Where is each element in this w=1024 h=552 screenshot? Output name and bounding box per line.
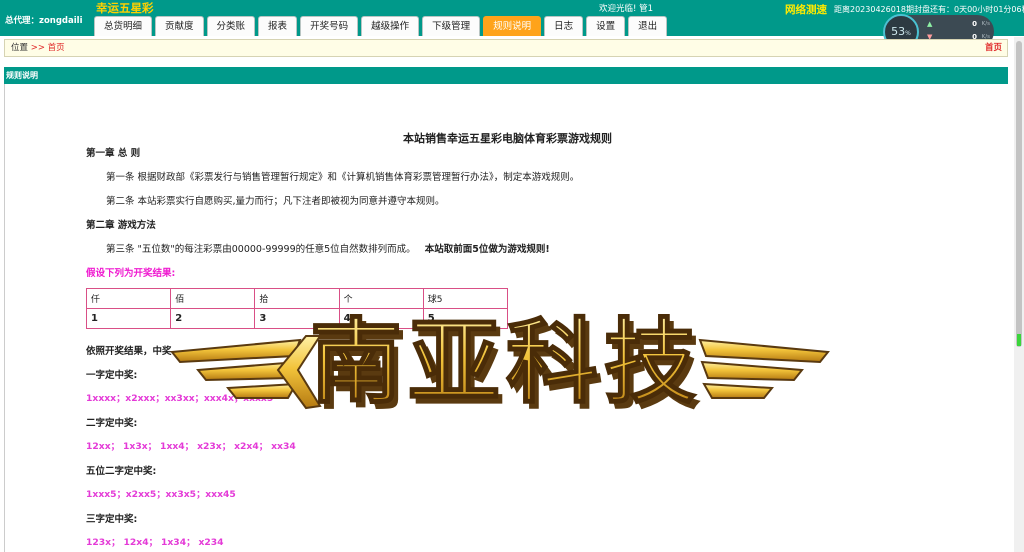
tab-draw-numbers[interactable]: 开奖号码 bbox=[300, 16, 359, 36]
table-cell: 1 bbox=[85, 308, 172, 329]
one-digit-heading: 一字定中奖: bbox=[86, 370, 138, 381]
logo-wings-icon: 南亚科技 南亚科技 bbox=[170, 308, 830, 422]
tab-log[interactable]: 日志 bbox=[544, 16, 584, 36]
tab-settings[interactable]: 设置 bbox=[586, 16, 626, 36]
article-3-bold: 本站取前面5位做为游戏规则! bbox=[424, 244, 550, 255]
logo-text: 南亚科技 bbox=[310, 309, 702, 416]
two-digit-examples: 12xx； 1x3x； 1xx4； x23x； x2x4； xx34 bbox=[86, 441, 296, 452]
two-digit-heading: 二字定中奖: bbox=[86, 418, 138, 429]
top-bar: 总代理：zongdaili 幸运五星彩 欢迎光临! 管1 网络测速 距离2023… bbox=[0, 0, 1024, 36]
breadcrumb: 位置 >> 首页 首页 bbox=[4, 39, 1008, 57]
page-scrollbar[interactable] bbox=[1014, 37, 1024, 552]
agent-label: 总代理：zongdaili bbox=[5, 16, 83, 26]
speed-percent: 53 bbox=[891, 25, 906, 38]
basis-text: 依照开奖结果，中奖 bbox=[86, 346, 172, 357]
upload-speed-row: ▲ 0 K/s bbox=[925, 20, 991, 31]
upload-arrow-icon: ▲ bbox=[927, 20, 933, 28]
chapter-1-heading: 第一章 总 则 bbox=[86, 148, 141, 159]
article-3-text: 第三条 "五位数"的每注彩票由00000-99999的任意5位自然数排列而成。 bbox=[106, 244, 416, 255]
tab-logout[interactable]: 退出 bbox=[628, 16, 668, 36]
section-title: 规则说明 bbox=[4, 67, 1008, 84]
tab-detail[interactable]: 总货明细 bbox=[94, 16, 153, 36]
tab-sub-management[interactable]: 下级管理 bbox=[422, 16, 481, 36]
tab-ledger[interactable]: 分类账 bbox=[206, 16, 256, 36]
tab-rules[interactable]: 规则说明 bbox=[483, 16, 542, 36]
assume-heading: 假设下列为开奖结果: bbox=[86, 268, 176, 279]
tab-report[interactable]: 报表 bbox=[258, 16, 298, 36]
breadcrumb-home-link[interactable]: 首页 bbox=[48, 43, 65, 53]
doc-title: 本站销售幸运五星彩电脑体育彩票游戏规则 bbox=[403, 132, 612, 145]
five-two-digit-heading: 五位二字定中奖: bbox=[86, 466, 157, 477]
breadcrumb-separator: >> bbox=[30, 43, 45, 53]
main-tabs: 总货明细 贡献度 分类账 报表 开奖号码 越级操作 下级管理 规则说明 日志 设… bbox=[94, 16, 668, 36]
article-2: 第二条 本站彩票实行自愿购买,量力而行；凡下注者即被视为同意并遵守本规则。 bbox=[106, 196, 445, 207]
scrollbar-indicator bbox=[1017, 334, 1021, 346]
speed-percent-unit: % bbox=[905, 30, 911, 37]
table-header-cell: 仟 bbox=[85, 288, 172, 309]
three-digit-heading: 三字定中奖: bbox=[86, 514, 138, 525]
home-link[interactable]: 首页 bbox=[985, 40, 1002, 56]
breadcrumb-position-label: 位置 bbox=[11, 43, 29, 53]
net-test-link[interactable]: 网络测速 bbox=[785, 2, 827, 17]
welcome-text: 欢迎光临! 管1 bbox=[599, 4, 654, 14]
three-digit-examples: 123x； 12x4； 1x34； x234 bbox=[86, 537, 224, 548]
article-3: 第三条 "五位数"的每注彩票由00000-99999的任意5位自然数排列而成。 … bbox=[106, 241, 550, 255]
scrollbar-thumb[interactable] bbox=[1016, 41, 1022, 347]
chapter-2-heading: 第二章 游戏方法 bbox=[86, 220, 156, 231]
watermark-logo: 南亚科技 南亚科技 bbox=[170, 300, 830, 430]
upload-speed-unit: K/s bbox=[981, 21, 990, 27]
tab-override[interactable]: 越级操作 bbox=[361, 16, 420, 36]
tab-contribution[interactable]: 贡献度 bbox=[155, 16, 204, 36]
five-two-digit-examples: 1xxx5；x2xx5；xx3x5；xxx45 bbox=[86, 489, 236, 500]
article-1: 第一条 根据财政部《彩票发行与销售管理暂行规定》和《计算机销售体育彩票管理暂行办… bbox=[106, 172, 580, 183]
draw-countdown: 距离20230426018期封盘还有：0天00小时01分06秒 bbox=[834, 5, 1024, 14]
brand-title: 幸运五星彩 bbox=[96, 1, 154, 15]
upload-speed-value: 0 bbox=[972, 20, 977, 28]
